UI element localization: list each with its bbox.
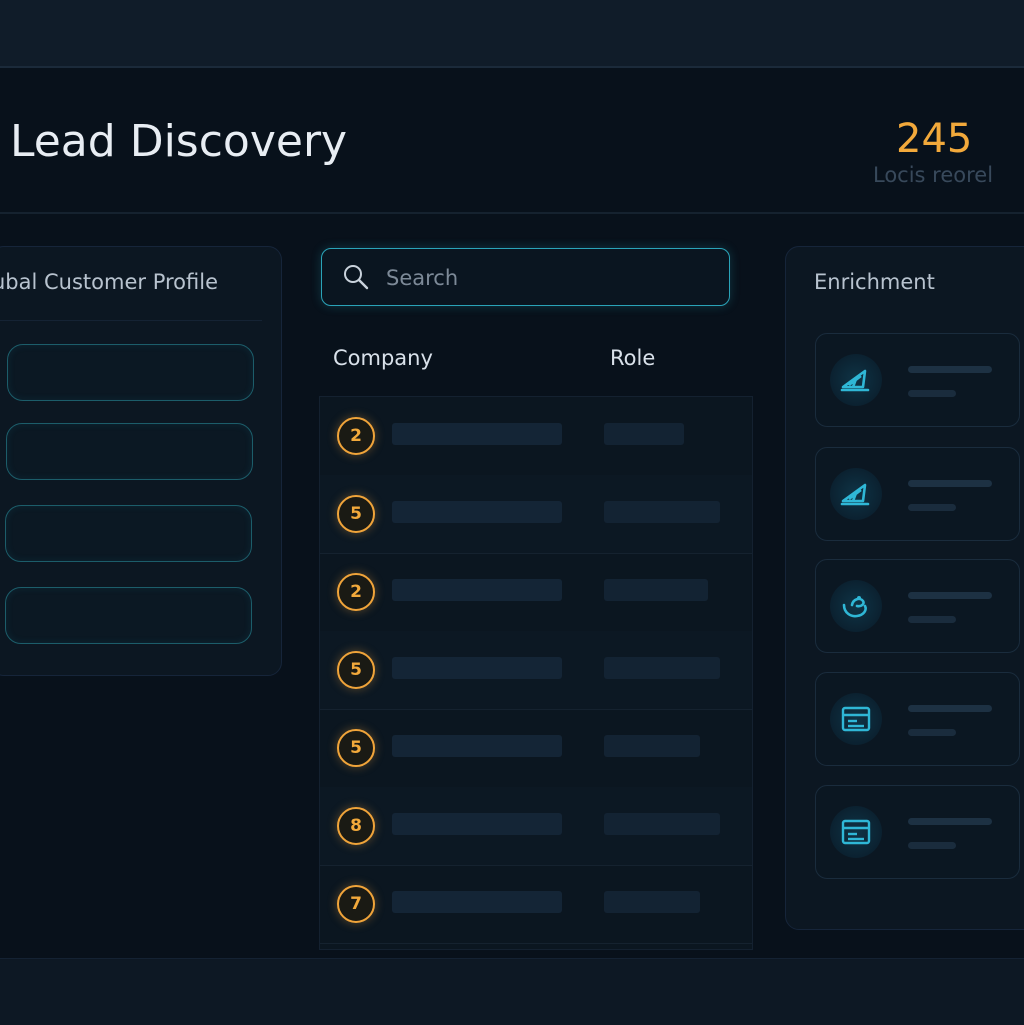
rank-badge: 2: [337, 417, 375, 455]
enrichment-title: Enrichment: [814, 270, 935, 294]
rank-badge: 2: [337, 573, 375, 611]
company-placeholder: [392, 813, 562, 835]
table-row[interactable]: 7: [320, 865, 752, 944]
enrichment-line: [908, 729, 956, 736]
company-placeholder: [392, 891, 562, 913]
enrichment-icon-wrap: [830, 580, 882, 632]
role-placeholder: [604, 501, 720, 523]
handshake-icon: [842, 596, 867, 618]
enrichment-card[interactable]: [815, 672, 1020, 766]
id-card-icon: [841, 819, 871, 845]
page-title: Lead Discovery: [10, 116, 348, 167]
enrichment-line: [908, 366, 992, 373]
enrichment-line: [908, 818, 992, 825]
enrichment-card[interactable]: [815, 447, 1020, 541]
role-placeholder: [604, 579, 708, 601]
rank-badge: 5: [337, 495, 375, 533]
profile-field-2[interactable]: [6, 423, 253, 480]
rank-badge: 5: [337, 651, 375, 689]
profile-field-3[interactable]: [5, 505, 252, 562]
search-box[interactable]: [321, 248, 730, 306]
rank-badge: 7: [337, 885, 375, 923]
sailboat-icon: [840, 483, 870, 506]
enrichment-icon-wrap: [830, 354, 882, 406]
enrichment-line: [908, 842, 956, 849]
enrichment-line: [908, 705, 992, 712]
profile-field-4[interactable]: [5, 587, 252, 644]
column-header-role[interactable]: Role: [610, 346, 655, 370]
top-bar: [0, 0, 1024, 68]
enrichment-card[interactable]: [815, 333, 1020, 427]
id-card-icon: [841, 706, 871, 732]
enrichment-line: [908, 480, 992, 487]
enrichment-card[interactable]: [815, 785, 1020, 879]
rank-badge: 5: [337, 729, 375, 767]
bottom-strip: [0, 958, 1024, 1025]
table-row[interactable]: 5: [320, 475, 752, 554]
search-icon: [344, 265, 369, 290]
role-placeholder: [604, 735, 700, 757]
customer-profile-title: ubal Customer Profile: [0, 270, 278, 294]
company-placeholder: [392, 423, 562, 445]
company-placeholder: [392, 501, 562, 523]
enrichment-icon-wrap: [830, 468, 882, 520]
role-placeholder: [604, 891, 700, 913]
enrichment-card[interactable]: [815, 559, 1020, 653]
role-placeholder: [604, 813, 720, 835]
header-divider: [0, 212, 1024, 214]
profile-field-1[interactable]: [7, 344, 254, 401]
sailboat-icon: [840, 369, 870, 392]
enrichment-icon-wrap: [830, 693, 882, 745]
panel-divider: [0, 320, 262, 321]
rank-badge: 8: [337, 807, 375, 845]
table-row[interactable]: 8: [320, 787, 752, 866]
company-placeholder: [392, 579, 562, 601]
company-placeholder: [392, 657, 562, 679]
column-header-company[interactable]: Company: [333, 346, 433, 370]
role-placeholder: [604, 423, 684, 445]
enrichment-line: [908, 592, 992, 599]
table-row[interactable]: 5: [320, 631, 752, 710]
role-placeholder: [604, 657, 720, 679]
lead-count-value: 245: [896, 116, 973, 162]
enrichment-line: [908, 504, 956, 511]
enrichment-line: [908, 616, 956, 623]
search-input[interactable]: [384, 259, 718, 297]
table-row[interactable]: 2: [320, 397, 752, 476]
lead-count-label: Locis reorel: [873, 163, 994, 187]
company-placeholder: [392, 735, 562, 757]
table-row[interactable]: 2: [320, 553, 752, 632]
enrichment-line: [908, 390, 956, 397]
customer-profile-title-text: ubal Customer Profile: [0, 270, 218, 294]
leads-table: 2 5 2 5 5 8 7: [319, 396, 753, 950]
enrichment-icon-wrap: [830, 806, 882, 858]
table-row[interactable]: 5: [320, 709, 752, 788]
